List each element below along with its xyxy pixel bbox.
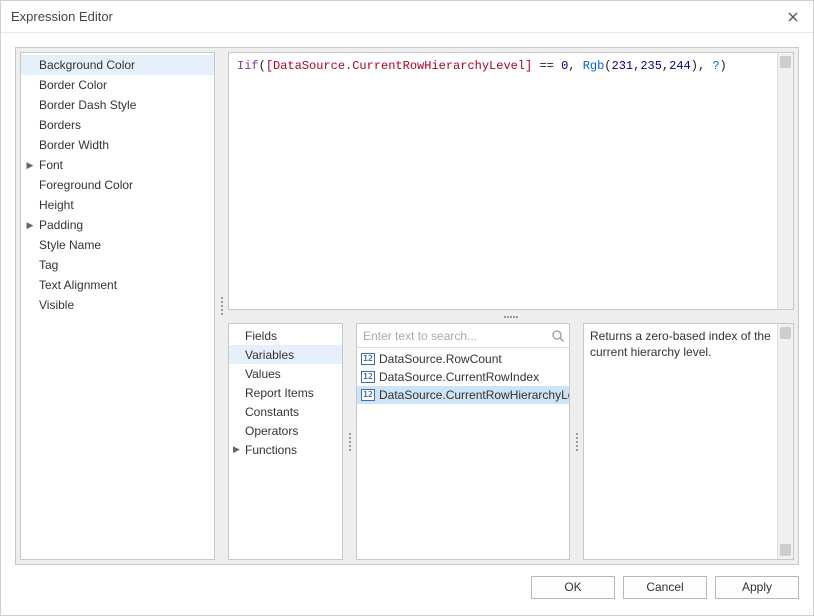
property-item-label: Tag xyxy=(39,258,58,272)
expression-token: ) xyxy=(691,59,698,73)
expression-token: [DataSource.CurrentRowHierarchyLevel] xyxy=(266,59,532,73)
close-icon[interactable] xyxy=(783,7,803,27)
property-item-label: Visible xyxy=(39,298,74,312)
expression-token: 244 xyxy=(669,59,691,73)
category-item[interactable]: Fields xyxy=(229,326,342,345)
category-item[interactable]: Constants xyxy=(229,402,342,421)
property-item-label: Style Name xyxy=(39,238,101,252)
expression-token: ) xyxy=(720,59,727,73)
property-item[interactable]: Borders xyxy=(21,115,214,135)
content-area: Background Color Border Color Border Dash … xyxy=(1,33,813,615)
splitter-vertical-3[interactable] xyxy=(574,323,579,560)
property-item[interactable]: Style Name xyxy=(21,235,214,255)
property-item-label: Height xyxy=(39,198,74,212)
chevron-right-icon[interactable]: ▶ xyxy=(232,444,241,455)
property-item[interactable]: Border Dash Style xyxy=(21,95,214,115)
expression-token: ( xyxy=(259,59,266,73)
property-item[interactable]: Border Color xyxy=(21,75,214,95)
category-item-label: Functions xyxy=(245,443,297,457)
variables-list[interactable]: 12 DataSource.RowCount 12 DataSource.Curren… xyxy=(357,348,569,559)
variable-item-label: DataSource.RowCount xyxy=(379,352,502,366)
property-item[interactable]: Background Color xyxy=(21,55,214,75)
category-item-label: Constants xyxy=(245,405,299,419)
variable-icon: 12 xyxy=(361,389,375,401)
splitter-vertical[interactable] xyxy=(219,52,224,560)
description-text: Returns a zero-based index of the curren… xyxy=(584,324,777,559)
category-item[interactable]: Report Items xyxy=(229,383,342,402)
description-panel: Returns a zero-based index of the curren… xyxy=(583,323,794,560)
splitter-horizontal[interactable] xyxy=(228,314,794,319)
property-item-label: Border Dash Style xyxy=(39,98,136,112)
property-item-label: Text Alignment xyxy=(39,278,117,292)
button-row: OK Cancel Apply xyxy=(15,565,799,601)
property-item-label: Background Color xyxy=(39,58,135,72)
property-item[interactable]: Visible xyxy=(21,295,214,315)
property-item[interactable]: Tag xyxy=(21,255,214,275)
property-item[interactable]: ▶ Padding xyxy=(21,215,214,235)
property-item-label: Font xyxy=(39,158,63,172)
ok-button[interactable]: OK xyxy=(531,576,615,599)
properties-panel[interactable]: Background Color Border Color Border Dash … xyxy=(20,52,215,560)
expression-token: , xyxy=(698,59,712,73)
chevron-right-icon[interactable]: ▶ xyxy=(25,160,35,171)
variable-item[interactable]: 12 DataSource.CurrentRowIndex xyxy=(357,368,569,386)
scrollbar-vertical-2[interactable] xyxy=(777,324,793,559)
property-item-label: Border Color xyxy=(39,78,107,92)
property-item[interactable]: Text Alignment xyxy=(21,275,214,295)
expression-token: ( xyxy=(604,59,611,73)
property-item-label: Borders xyxy=(39,118,81,132)
expression-token: Rgb xyxy=(583,59,605,73)
expression-token: 231 xyxy=(612,59,634,73)
property-item-label: Border Width xyxy=(39,138,109,152)
scrollbar-vertical[interactable] xyxy=(777,53,793,309)
expression-token: , xyxy=(568,59,582,73)
category-item-label: Variables xyxy=(245,348,294,362)
category-item-label: Operators xyxy=(245,424,298,438)
category-item-label: Report Items xyxy=(245,386,314,400)
category-item[interactable]: Variables xyxy=(229,345,342,364)
right-column: Iif([DataSource.CurrentRowHierarchyLevel… xyxy=(228,52,794,560)
property-item-label: Padding xyxy=(39,218,83,232)
property-item-label: Foreground Color xyxy=(39,178,133,192)
window-title: Expression Editor xyxy=(11,9,783,24)
titlebar: Expression Editor xyxy=(1,1,813,33)
apply-button[interactable]: Apply xyxy=(715,576,799,599)
expression-token: ? xyxy=(712,59,719,73)
property-item[interactable]: Height xyxy=(21,195,214,215)
category-item[interactable]: Operators xyxy=(229,421,342,440)
expression-token: Iif xyxy=(237,59,259,73)
chevron-right-icon[interactable]: ▶ xyxy=(25,220,35,231)
expression-text-panel: Iif([DataSource.CurrentRowHierarchyLevel… xyxy=(228,52,794,310)
variable-icon: 12 xyxy=(361,353,375,365)
splitter-vertical-2[interactable] xyxy=(347,323,352,560)
search-input[interactable] xyxy=(361,328,551,344)
workarea: Background Color Border Color Border Dash … xyxy=(15,47,799,565)
search-row xyxy=(357,324,569,348)
items-panel: 12 DataSource.RowCount 12 DataSource.Curren… xyxy=(356,323,570,560)
variable-item-label: DataSource.CurrentRowHierarchyLevel xyxy=(379,388,569,402)
property-item[interactable]: ▶ Font xyxy=(21,155,214,175)
search-icon[interactable] xyxy=(551,329,565,343)
category-item-label: Values xyxy=(245,367,281,381)
property-item[interactable]: Border Width xyxy=(21,135,214,155)
cancel-button[interactable]: Cancel xyxy=(623,576,707,599)
category-item-label: Fields xyxy=(245,329,277,343)
expression-editor-window: Expression Editor Background Color Border… xyxy=(0,0,814,616)
variable-item[interactable]: 12 DataSource.RowCount xyxy=(357,350,569,368)
bottom-row: Fields Variables Values Report Items Constan… xyxy=(228,323,794,560)
category-item[interactable]: Values xyxy=(229,364,342,383)
categories-panel[interactable]: Fields Variables Values Report Items Constan… xyxy=(228,323,343,560)
variable-item-label: DataSource.CurrentRowIndex xyxy=(379,370,539,384)
variable-icon: 12 xyxy=(361,371,375,383)
expression-token: == xyxy=(532,59,561,73)
property-item[interactable]: Foreground Color xyxy=(21,175,214,195)
variable-item[interactable]: 12 DataSource.CurrentRowHierarchyLevel xyxy=(357,386,569,404)
category-item[interactable]: ▶ Functions xyxy=(229,440,342,459)
expression-input[interactable]: Iif([DataSource.CurrentRowHierarchyLevel… xyxy=(229,53,777,309)
expression-token: 235 xyxy=(640,59,662,73)
